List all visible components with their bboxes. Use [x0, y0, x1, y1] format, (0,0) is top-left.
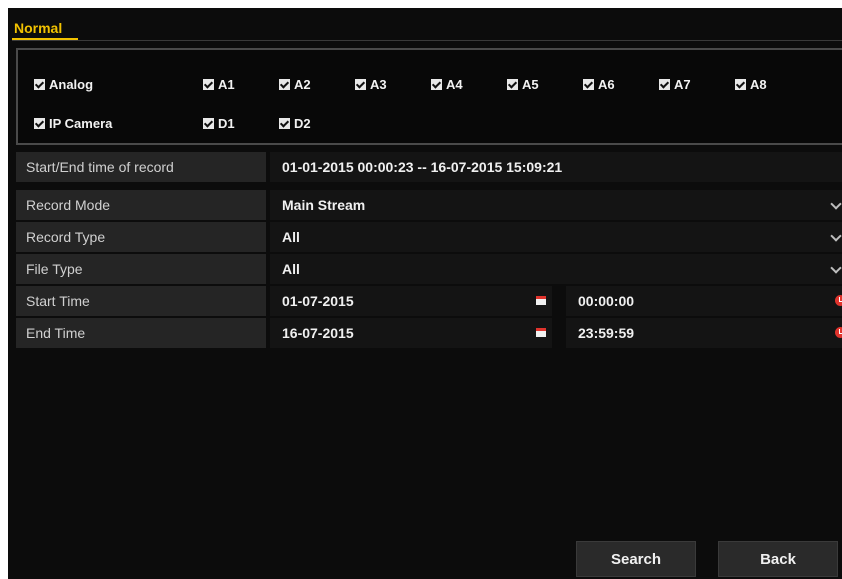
- checkbox-checked-icon: [659, 78, 670, 90]
- end-time-field[interactable]: 23:59:59: [566, 318, 842, 348]
- channel-a8-checkbox[interactable]: A8: [735, 74, 767, 94]
- chevron-down-icon: [830, 262, 842, 274]
- record-type-value: All: [282, 229, 300, 245]
- channel-d2-checkbox[interactable]: D2: [279, 113, 311, 133]
- checkbox-label: D1: [218, 115, 235, 131]
- start-time-row: Start Time 01-07-2015 00:00:00: [16, 286, 842, 316]
- end-date-value: 16-07-2015: [282, 325, 354, 341]
- ip-camera-checkbox[interactable]: IP Camera: [34, 113, 112, 133]
- clock-icon[interactable]: [835, 295, 842, 306]
- checkbox-checked-icon: [203, 78, 214, 90]
- calendar-icon[interactable]: [536, 296, 546, 305]
- checkbox-label: Analog: [49, 76, 94, 92]
- start-time-field[interactable]: 00:00:00: [566, 286, 842, 316]
- end-date-field[interactable]: 16-07-2015: [270, 318, 552, 348]
- start-time-label: Start Time: [16, 286, 266, 316]
- channel-a4-checkbox[interactable]: A4: [431, 74, 463, 94]
- record-time-label: Start/End time of record: [16, 152, 266, 182]
- clock-icon[interactable]: [835, 327, 842, 338]
- record-mode-select[interactable]: Main Stream: [270, 190, 842, 220]
- checkbox-checked-icon: [34, 117, 45, 129]
- start-date-value: 01-07-2015: [282, 293, 354, 309]
- channel-a3-checkbox[interactable]: A3: [355, 74, 387, 94]
- checkbox-checked-icon: [431, 78, 442, 90]
- checkbox-checked-icon: [507, 78, 518, 90]
- tab-normal[interactable]: Normal: [12, 16, 64, 40]
- checkbox-label: A6: [598, 76, 615, 92]
- record-type-label: Record Type: [16, 222, 266, 252]
- checkbox-checked-icon: [735, 78, 746, 90]
- checkbox-checked-icon: [279, 117, 290, 129]
- channel-selection-box: Analog A1 A2 A3 A4 A5 A6 A7 A8 IP Camera…: [16, 48, 842, 145]
- checkbox-checked-icon: [279, 78, 290, 90]
- record-mode-row: Record Mode Main Stream: [16, 190, 842, 220]
- checkbox-checked-icon: [203, 117, 214, 129]
- file-type-select[interactable]: All: [270, 254, 842, 284]
- checkbox-checked-icon: [34, 78, 45, 90]
- tab-divider: [12, 40, 842, 41]
- file-type-value: All: [282, 261, 300, 277]
- start-time-value: 00:00:00: [578, 293, 635, 309]
- file-type-row: File Type All: [16, 254, 842, 284]
- checkbox-label: IP Camera: [49, 115, 113, 131]
- search-button[interactable]: Search: [576, 541, 696, 577]
- end-time-row: End Time 16-07-2015 23:59:59: [16, 318, 842, 348]
- checkbox-checked-icon: [355, 78, 366, 90]
- start-date-field[interactable]: 01-07-2015: [270, 286, 552, 316]
- channel-a5-checkbox[interactable]: A5: [507, 74, 539, 94]
- channel-a2-checkbox[interactable]: A2: [279, 74, 311, 94]
- checkbox-label: A7: [674, 76, 691, 92]
- record-time-value: 01-01-2015 00:00:23 -- 16-07-2015 15:09:…: [270, 152, 842, 182]
- channel-a6-checkbox[interactable]: A6: [583, 74, 615, 94]
- calendar-icon[interactable]: [536, 328, 546, 337]
- checkbox-label: A8: [750, 76, 767, 92]
- channel-a1-checkbox[interactable]: A1: [203, 74, 235, 94]
- channel-a7-checkbox[interactable]: A7: [659, 74, 691, 94]
- record-time-row: Start/End time of record 01-01-2015 00:0…: [16, 152, 842, 182]
- file-type-label: File Type: [16, 254, 266, 284]
- checkbox-label: A4: [446, 76, 463, 92]
- checkbox-label: A3: [370, 76, 387, 92]
- record-mode-value: Main Stream: [282, 197, 366, 213]
- record-type-select[interactable]: All: [270, 222, 842, 252]
- record-type-row: Record Type All: [16, 222, 842, 252]
- checkbox-label: D2: [294, 115, 311, 131]
- chevron-down-icon: [830, 198, 842, 210]
- analog-checkbox[interactable]: Analog: [34, 74, 93, 94]
- checkbox-label: A5: [522, 76, 539, 92]
- checkbox-label: A2: [294, 76, 311, 92]
- channel-d1-checkbox[interactable]: D1: [203, 113, 235, 133]
- chevron-down-icon: [830, 230, 842, 242]
- end-time-value: 23:59:59: [578, 325, 635, 341]
- record-mode-label: Record Mode: [16, 190, 266, 220]
- checkbox-label: A1: [218, 76, 235, 92]
- back-button[interactable]: Back: [718, 541, 838, 577]
- search-panel: Normal Analog A1 A2 A3 A4 A5 A6 A7 A8 IP…: [8, 8, 842, 579]
- checkbox-checked-icon: [583, 78, 594, 90]
- end-time-label: End Time: [16, 318, 266, 348]
